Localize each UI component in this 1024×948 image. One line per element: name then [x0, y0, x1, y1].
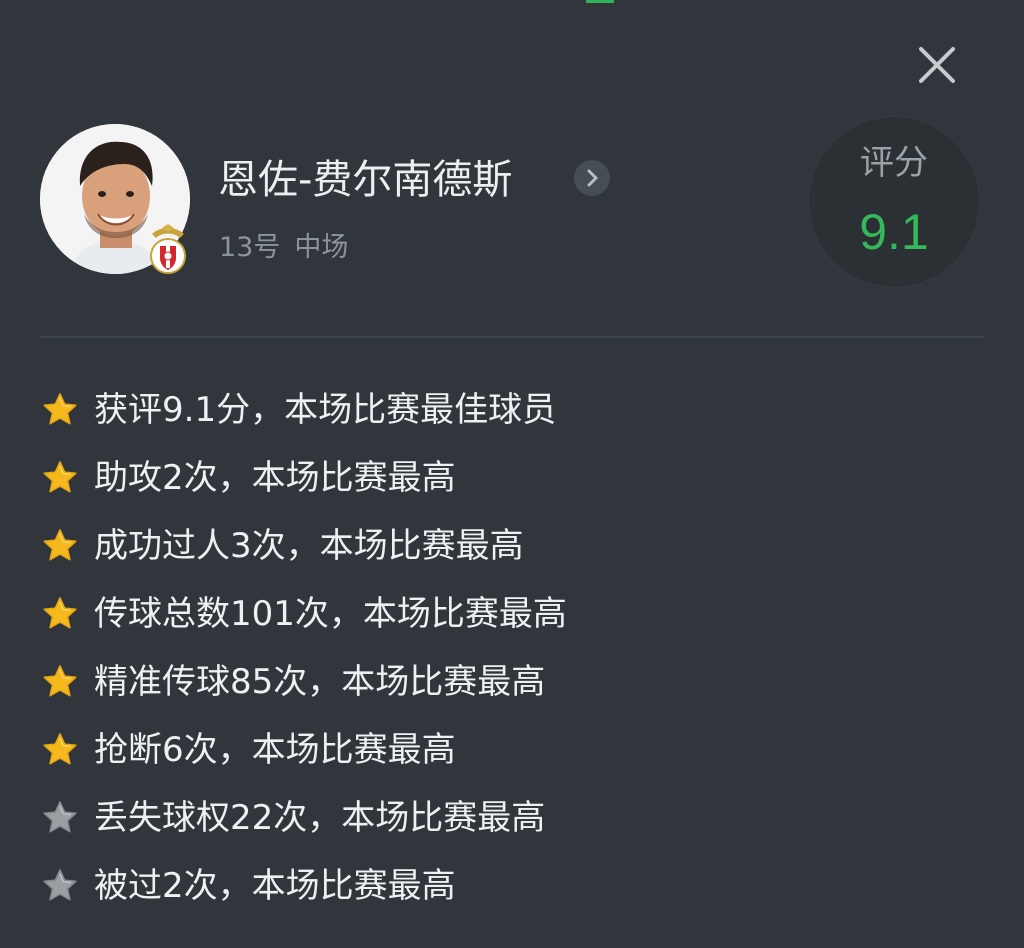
- highlights-list: 获评9.1分，本场比赛最佳球员 助攻2次，本场比赛最高 成功过人3次，本场比赛最…: [40, 376, 984, 920]
- highlight-item: 传球总数101次，本场比赛最高: [40, 580, 984, 648]
- highlight-text: 抢断6次，本场比赛最高: [94, 730, 456, 770]
- highlight-item: 精准传球85次，本场比赛最高: [40, 648, 984, 716]
- club-badge-icon: [150, 224, 186, 274]
- player-detail-button[interactable]: [574, 160, 610, 196]
- rating-label: 评分: [860, 143, 928, 183]
- gold-star-icon: [40, 730, 80, 770]
- grey-star-icon: [40, 866, 80, 906]
- player-position: 中场: [294, 232, 349, 263]
- highlight-item: 助攻2次，本场比赛最高: [40, 444, 984, 512]
- highlight-item: 丢失球权22次，本场比赛最高: [40, 784, 984, 852]
- highlight-text: 助攻2次，本场比赛最高: [94, 458, 456, 498]
- highlight-text: 成功过人3次，本场比赛最高: [94, 526, 524, 566]
- player-name[interactable]: 恩佐-费尔南德斯: [218, 152, 512, 208]
- highlight-text: 被过2次，本场比赛最高: [94, 866, 456, 906]
- gold-star-icon: [40, 662, 80, 702]
- highlight-item: 抢断6次，本场比赛最高: [40, 716, 984, 784]
- player-rating-panel: 恩佐-费尔南德斯 13号 中场 评分 9.1 获评9.1分，本场比赛最佳球员 助攻…: [0, 0, 1024, 948]
- highlight-item: 被过2次，本场比赛最高: [40, 852, 984, 920]
- highlight-item: 获评9.1分，本场比赛最佳球员: [40, 376, 984, 444]
- highlight-text: 传球总数101次，本场比赛最高: [94, 594, 567, 634]
- player-avatar[interactable]: [40, 124, 192, 276]
- close-icon: [919, 47, 955, 83]
- rating-circle: 评分 9.1: [808, 116, 980, 288]
- close-button[interactable]: [912, 40, 962, 90]
- highlight-text: 获评9.1分，本场比赛最佳球员: [94, 390, 557, 430]
- highlight-text: 丢失球权22次，本场比赛最高: [94, 798, 546, 838]
- divider: [40, 336, 984, 338]
- highlight-item: 成功过人3次，本场比赛最高: [40, 512, 984, 580]
- top-accent-bar: [586, 0, 614, 3]
- player-number: 13号: [219, 232, 281, 263]
- chevron-right-icon: [587, 169, 598, 187]
- gold-star-icon: [40, 390, 80, 430]
- grey-star-icon: [40, 798, 80, 838]
- gold-star-icon: [40, 526, 80, 566]
- player-meta: 13号 中场: [219, 228, 348, 268]
- highlight-text: 精准传球85次，本场比赛最高: [94, 662, 546, 702]
- gold-star-icon: [40, 458, 80, 498]
- rating-value: 9.1: [859, 204, 929, 260]
- gold-star-icon: [40, 594, 80, 634]
